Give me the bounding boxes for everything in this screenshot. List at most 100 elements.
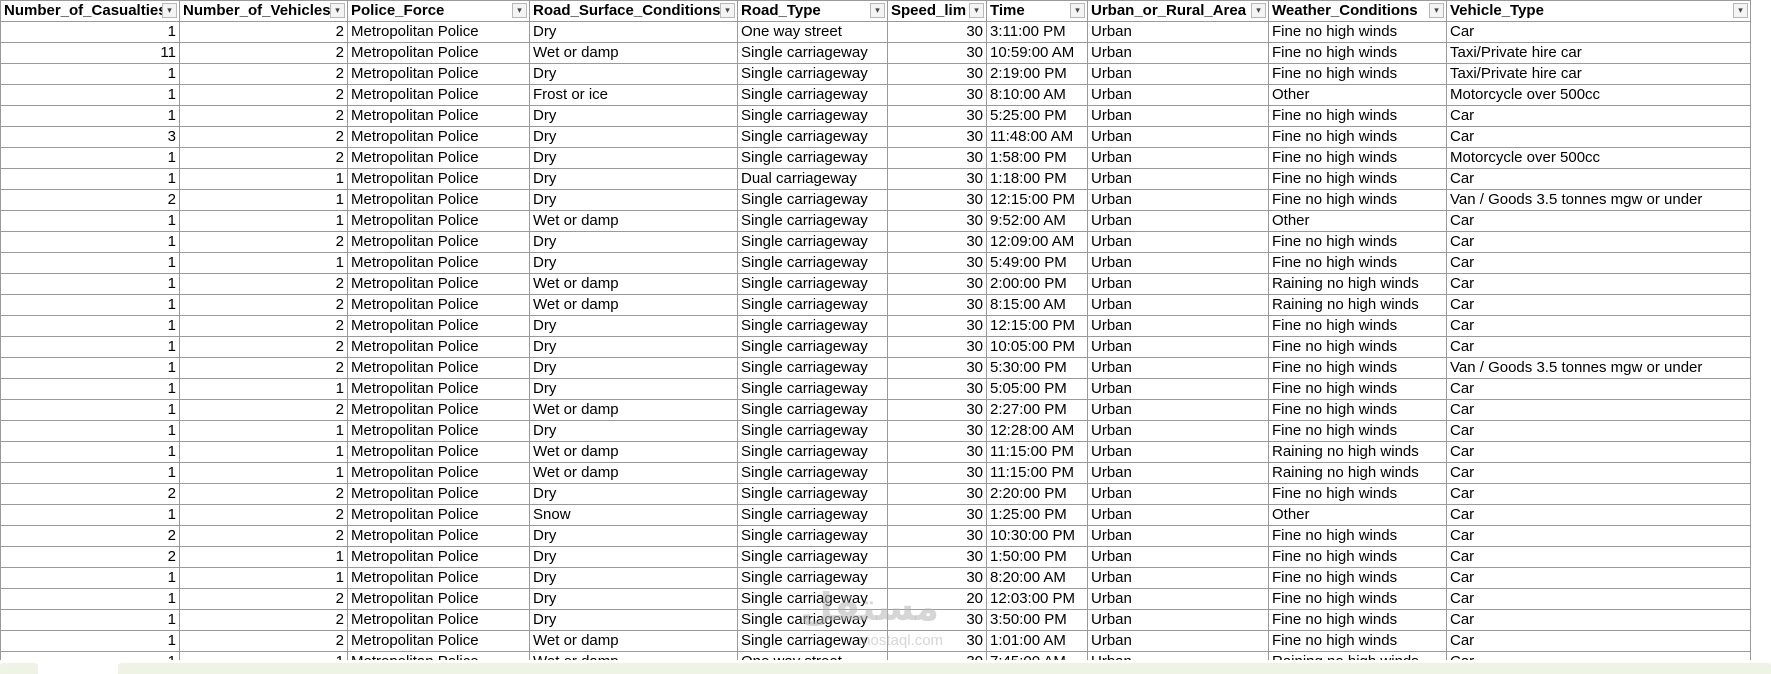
table-cell[interactable]: Dry [529, 105, 738, 127]
table-cell[interactable]: Single carriageway [737, 126, 888, 148]
table-cell[interactable]: Fine no high winds [1268, 483, 1447, 505]
table-cell[interactable]: 1 [0, 210, 180, 232]
table-cell[interactable]: 30 [887, 546, 987, 568]
table-cell[interactable]: Dry [529, 609, 738, 631]
table-cell[interactable]: Single carriageway [737, 189, 888, 211]
table-cell[interactable]: 30 [887, 147, 987, 169]
table-cell[interactable]: Raining no high winds [1268, 441, 1447, 463]
table-cell[interactable]: Car [1446, 630, 1751, 652]
table-cell[interactable]: Car [1446, 105, 1751, 127]
table-cell[interactable]: Fine no high winds [1268, 231, 1447, 253]
table-cell[interactable]: Single carriageway [737, 84, 888, 106]
table-cell[interactable]: 2 [179, 609, 348, 631]
table-cell[interactable]: 5:30:00 PM [986, 357, 1088, 379]
table-cell[interactable]: Urban [1087, 252, 1269, 274]
table-cell[interactable]: Urban [1087, 378, 1269, 400]
table-cell[interactable]: Wet or damp [529, 441, 738, 463]
table-cell[interactable]: Urban [1087, 21, 1269, 43]
table-cell[interactable]: Fine no high winds [1268, 378, 1447, 400]
filter-dropdown-button[interactable]: ▾ [162, 3, 177, 18]
table-cell[interactable]: Metropolitan Police [347, 336, 530, 358]
table-cell[interactable]: 10:05:00 PM [986, 336, 1088, 358]
table-cell[interactable]: Fine no high winds [1268, 630, 1447, 652]
table-cell[interactable]: Fine no high winds [1268, 420, 1447, 442]
table-cell[interactable]: Urban [1087, 483, 1269, 505]
table-cell[interactable]: 1 [0, 378, 180, 400]
table-cell[interactable]: 1 [179, 567, 348, 589]
table-cell[interactable]: Car [1446, 441, 1751, 463]
table-cell[interactable]: 2:27:00 PM [986, 399, 1088, 421]
table-cell[interactable]: Fine no high winds [1268, 105, 1447, 127]
table-cell[interactable]: Wet or damp [529, 630, 738, 652]
table-cell[interactable]: 30 [887, 210, 987, 232]
table-cell[interactable]: 1 [0, 231, 180, 253]
table-cell[interactable]: Urban [1087, 420, 1269, 442]
table-cell[interactable]: 11:15:00 PM [986, 441, 1088, 463]
table-cell[interactable]: 1 [0, 294, 180, 316]
table-cell[interactable]: Car [1446, 525, 1751, 547]
table-cell[interactable]: Single carriageway [737, 294, 888, 316]
table-cell[interactable]: Other [1268, 504, 1447, 526]
table-cell[interactable]: 30 [887, 483, 987, 505]
table-cell[interactable]: Dry [529, 378, 738, 400]
table-cell[interactable]: Metropolitan Police [347, 588, 530, 610]
table-cell[interactable]: Single carriageway [737, 567, 888, 589]
table-cell[interactable]: 30 [887, 462, 987, 484]
table-cell[interactable]: One way street [737, 21, 888, 43]
table-cell[interactable]: Urban [1087, 84, 1269, 106]
table-cell[interactable]: 30 [887, 399, 987, 421]
table-cell[interactable]: Car [1446, 420, 1751, 442]
table-cell[interactable]: 3 [0, 126, 180, 148]
table-cell[interactable]: Fine no high winds [1268, 357, 1447, 379]
table-cell[interactable]: 8:20:00 AM [986, 567, 1088, 589]
table-cell[interactable]: 10:30:00 PM [986, 525, 1088, 547]
table-cell[interactable]: Metropolitan Police [347, 462, 530, 484]
table-cell[interactable]: Urban [1087, 567, 1269, 589]
table-cell[interactable]: Single carriageway [737, 609, 888, 631]
table-cell[interactable]: 30 [887, 441, 987, 463]
table-cell[interactable]: Metropolitan Police [347, 546, 530, 568]
filter-dropdown-button[interactable]: ▾ [1251, 3, 1266, 18]
table-cell[interactable]: Metropolitan Police [347, 294, 530, 316]
table-cell[interactable]: Metropolitan Police [347, 315, 530, 337]
table-cell[interactable]: 30 [887, 567, 987, 589]
table-cell[interactable]: Metropolitan Police [347, 378, 530, 400]
table-cell[interactable]: Dry [529, 126, 738, 148]
table-cell[interactable]: 30 [887, 336, 987, 358]
table-cell[interactable]: 1 [0, 588, 180, 610]
table-cell[interactable]: Dry [529, 231, 738, 253]
table-cell[interactable]: Metropolitan Police [347, 609, 530, 631]
table-cell[interactable]: Dry [529, 420, 738, 442]
table-cell[interactable]: Wet or damp [529, 210, 738, 232]
filter-dropdown-button[interactable]: ▾ [870, 3, 885, 18]
table-cell[interactable]: Car [1446, 378, 1751, 400]
table-cell[interactable]: Single carriageway [737, 525, 888, 547]
table-cell[interactable]: 11:48:00 AM [986, 126, 1088, 148]
table-cell[interactable]: 2 [179, 42, 348, 64]
table-cell[interactable]: 2 [179, 21, 348, 43]
table-cell[interactable]: Single carriageway [737, 588, 888, 610]
table-cell[interactable]: 2 [179, 231, 348, 253]
table-cell[interactable]: Single carriageway [737, 336, 888, 358]
table-cell[interactable]: Metropolitan Police [347, 567, 530, 589]
table-cell[interactable]: Wet or damp [529, 273, 738, 295]
table-cell[interactable]: 30 [887, 42, 987, 64]
table-cell[interactable]: 20 [887, 588, 987, 610]
column-header[interactable]: Speed_lim ▾ [887, 0, 987, 22]
table-cell[interactable]: Car [1446, 273, 1751, 295]
table-cell[interactable]: Car [1446, 294, 1751, 316]
table-cell[interactable]: Urban [1087, 42, 1269, 64]
table-cell[interactable]: 30 [887, 609, 987, 631]
table-cell[interactable]: Single carriageway [737, 252, 888, 274]
table-cell[interactable]: 12:15:00 PM [986, 315, 1088, 337]
table-cell[interactable]: Single carriageway [737, 105, 888, 127]
table-cell[interactable]: 1:01:00 AM [986, 630, 1088, 652]
table-cell[interactable]: Fine no high winds [1268, 63, 1447, 85]
table-cell[interactable]: Other [1268, 210, 1447, 232]
table-cell[interactable]: 1:58:00 PM [986, 147, 1088, 169]
filter-dropdown-button[interactable]: ▾ [1070, 3, 1085, 18]
table-cell[interactable]: Fine no high winds [1268, 147, 1447, 169]
table-cell[interactable]: Single carriageway [737, 504, 888, 526]
table-cell[interactable]: Urban [1087, 147, 1269, 169]
filter-dropdown-button[interactable]: ▾ [330, 3, 345, 18]
